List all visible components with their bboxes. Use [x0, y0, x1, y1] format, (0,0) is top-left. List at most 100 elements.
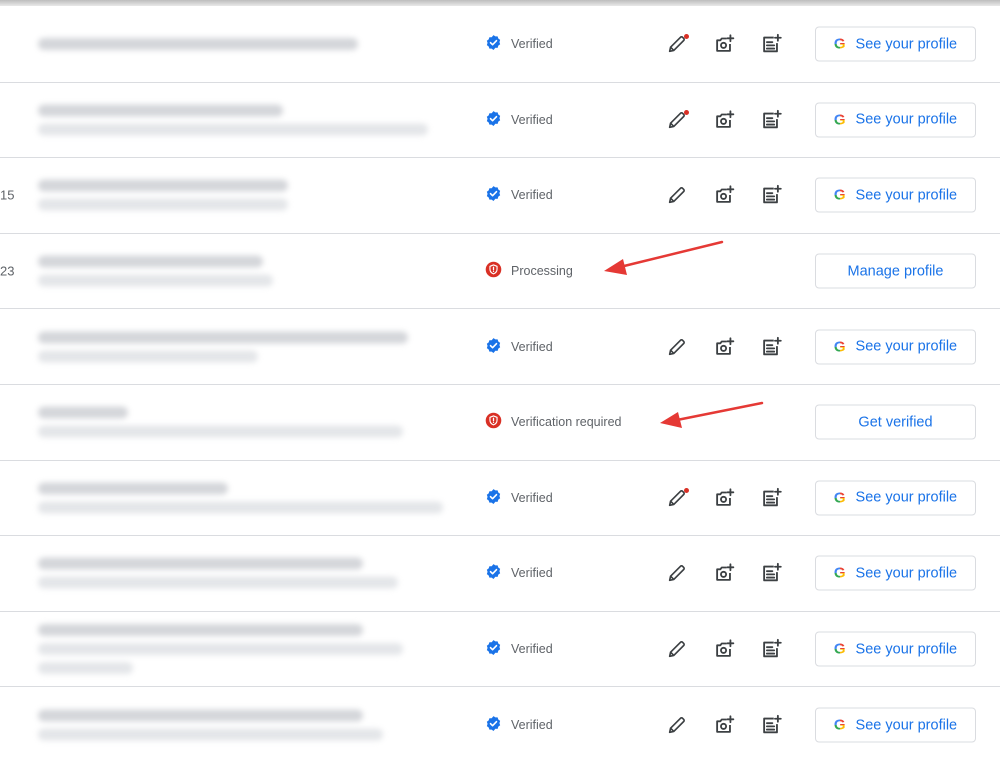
business-info-redacted	[38, 400, 448, 445]
status-label: Verified	[511, 718, 553, 733]
row-index: 15	[0, 187, 15, 203]
google-g-icon: G	[833, 564, 846, 582]
table-row: Verified G See your profile	[0, 612, 1000, 688]
notification-dot	[684, 109, 689, 115]
business-info-redacted	[38, 324, 448, 369]
status-label: Verified	[511, 112, 553, 127]
pencil-icon[interactable]	[666, 487, 689, 509]
add-post-icon[interactable]	[760, 109, 782, 131]
add-photo-icon[interactable]	[713, 33, 735, 55]
status-label: Verified	[511, 188, 553, 203]
business-info-redacted	[38, 617, 448, 681]
business-info-redacted	[38, 475, 448, 520]
add-photo-icon[interactable]	[713, 487, 735, 509]
status: Verified	[485, 110, 553, 130]
table-row: Verified G See your profile	[0, 7, 1000, 83]
google-g-icon: G	[833, 186, 846, 204]
add-post-icon[interactable]	[760, 562, 782, 584]
pencil-icon[interactable]	[666, 109, 689, 131]
table-row: Verified G See your profile	[0, 536, 1000, 612]
business-info-redacted	[38, 31, 448, 57]
see-profile-button[interactable]: G See your profile	[815, 631, 976, 667]
see-profile-button[interactable]: G See your profile	[815, 177, 976, 213]
top-shadow-bar	[0, 0, 1000, 6]
status: Verified	[485, 563, 553, 583]
pencil-icon[interactable]	[666, 184, 688, 206]
table-row: Verification required Get verified	[0, 385, 1000, 461]
status-label: Processing	[511, 264, 573, 279]
add-post-icon[interactable]	[760, 638, 782, 660]
notification-dot	[684, 34, 689, 40]
manage-profile-button[interactable]: Manage profile	[815, 253, 976, 289]
add-post-icon[interactable]	[760, 33, 782, 55]
status-label: Verified	[511, 339, 553, 354]
business-info-redacted	[38, 97, 448, 142]
google-g-icon: G	[833, 338, 846, 356]
add-post-icon[interactable]	[760, 336, 782, 358]
button-label: Get verified	[858, 414, 933, 431]
status: Verified	[485, 34, 553, 54]
business-info-redacted	[38, 703, 448, 748]
row-actions	[666, 336, 807, 358]
google-g-icon: G	[833, 640, 846, 658]
pencil-icon[interactable]	[666, 336, 688, 358]
button-label: Manage profile	[847, 263, 944, 280]
status: Verified	[485, 488, 553, 508]
verified-badge-icon	[485, 639, 511, 659]
see-profile-button[interactable]: G See your profile	[815, 102, 976, 138]
add-photo-icon[interactable]	[713, 562, 735, 584]
status: Verified	[485, 639, 553, 659]
business-info-redacted	[38, 249, 448, 294]
button-label: See your profile	[855, 338, 958, 355]
shield-alert-icon	[485, 261, 511, 281]
verified-badge-icon	[485, 34, 511, 54]
business-info-redacted	[38, 551, 448, 596]
row-actions	[666, 487, 807, 509]
add-post-icon[interactable]	[760, 714, 782, 736]
row-actions	[666, 109, 807, 131]
get-verified-button[interactable]: Get verified	[815, 404, 976, 440]
add-photo-icon[interactable]	[713, 336, 735, 358]
google-g-icon: G	[833, 716, 846, 734]
shield-alert-icon	[485, 412, 511, 432]
pencil-icon[interactable]	[666, 714, 688, 736]
status-label: Verified	[511, 642, 553, 657]
row-actions	[666, 33, 807, 55]
button-label: See your profile	[855, 565, 958, 582]
status: Verified	[485, 715, 553, 735]
google-g-icon: G	[833, 489, 846, 507]
status-label: Verified	[511, 566, 553, 581]
row-actions	[666, 562, 807, 584]
verified-badge-icon	[485, 488, 511, 508]
add-photo-icon[interactable]	[713, 714, 735, 736]
button-label: See your profile	[855, 187, 958, 204]
verified-badge-icon	[485, 337, 511, 357]
table-row: Verified G See your profile	[0, 687, 1000, 763]
google-g-icon: G	[833, 111, 846, 129]
see-profile-button[interactable]: G See your profile	[815, 26, 976, 62]
verified-badge-icon	[485, 563, 511, 583]
verified-badge-icon	[485, 715, 511, 735]
add-photo-icon[interactable]	[713, 109, 735, 131]
business-info-redacted	[38, 173, 448, 218]
pencil-icon[interactable]	[666, 33, 689, 55]
add-photo-icon[interactable]	[713, 638, 735, 660]
add-post-icon[interactable]	[760, 184, 782, 206]
button-label: See your profile	[855, 641, 958, 658]
add-photo-icon[interactable]	[713, 184, 735, 206]
see-profile-button[interactable]: G See your profile	[815, 707, 976, 743]
row-actions	[666, 638, 807, 660]
pencil-icon[interactable]	[666, 562, 688, 584]
add-post-icon[interactable]	[760, 487, 782, 509]
row-index: 23	[0, 263, 15, 279]
table-row: 23 Processing Manage profile	[0, 234, 1000, 310]
see-profile-button[interactable]: G See your profile	[815, 480, 976, 516]
button-label: See your profile	[855, 489, 958, 506]
see-profile-button[interactable]: G See your profile	[815, 555, 976, 591]
row-actions	[666, 184, 807, 206]
button-label: See your profile	[855, 717, 958, 734]
status: Processing	[485, 261, 573, 281]
pencil-icon[interactable]	[666, 638, 688, 660]
status: Verification required	[485, 412, 621, 432]
see-profile-button[interactable]: G See your profile	[815, 329, 976, 365]
